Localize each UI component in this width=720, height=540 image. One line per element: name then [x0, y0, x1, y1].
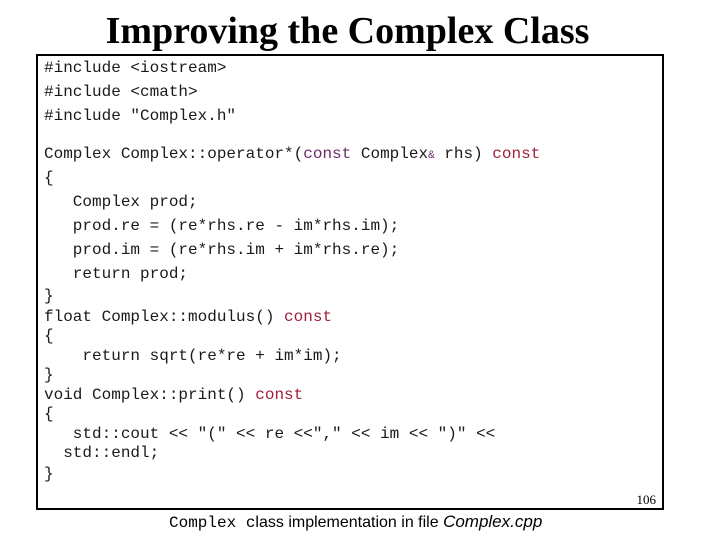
reference-symbol: &	[428, 150, 435, 162]
code-line-close-brace: }	[44, 366, 54, 384]
const-keyword: const	[303, 145, 352, 163]
code-line-open-brace: {	[44, 327, 54, 345]
code-line: prod.re = (re*rhs.re - im*rhs.im);	[44, 217, 400, 235]
const-keyword: const	[492, 145, 541, 163]
const-keyword: const	[255, 386, 304, 404]
code-line-open-brace: {	[44, 405, 54, 423]
code-line-close-brace: }	[44, 287, 54, 305]
code-token: Complex	[351, 145, 429, 163]
code-line-modulus-signature: float Complex::modulus() const	[44, 307, 332, 327]
code-line-include-complex-h: #include "Complex.h"	[44, 107, 237, 125]
code-token: float Complex::modulus()	[44, 308, 285, 326]
code-line-include-iostream: #include <iostream>	[44, 59, 227, 77]
code-line: prod.im = (re*rhs.im + im*rhs.re);	[44, 241, 400, 259]
code-line: Complex prod;	[44, 193, 198, 211]
caption: Complex class implementation in file Com…	[169, 512, 542, 533]
code-line-print-signature: void Complex::print() const	[44, 385, 303, 405]
slide-title: Improving the Complex Class	[105, 10, 590, 52]
const-keyword: const	[284, 308, 333, 326]
code-line-open-brace: {	[44, 169, 54, 187]
code-token: Complex Complex::operator*(	[44, 145, 304, 163]
code-line: return prod;	[44, 265, 189, 283]
code-line-close-brace: }	[44, 465, 54, 483]
code-line: return sqrt(re*re + im*im);	[44, 347, 342, 365]
caption-mono-text: Complex c	[169, 514, 256, 532]
code-line-include-cmath: #include <cmath>	[44, 83, 198, 101]
code-token: void Complex::print()	[44, 386, 256, 404]
code-line-operator-signature: Complex Complex::operator*(const Complex…	[44, 144, 540, 166]
caption-text: lass implementation in file	[255, 514, 444, 531]
caption-filename: Complex.cpp	[443, 512, 543, 531]
code-block: #include <iostream> #include <cmath> #in…	[36, 54, 664, 510]
page-number: 106	[636, 492, 657, 507]
code-line: std::endl;	[44, 444, 160, 462]
code-token: rhs)	[434, 145, 493, 163]
code-line: std::cout << "(" << re <<"," << im << ")…	[44, 425, 496, 443]
